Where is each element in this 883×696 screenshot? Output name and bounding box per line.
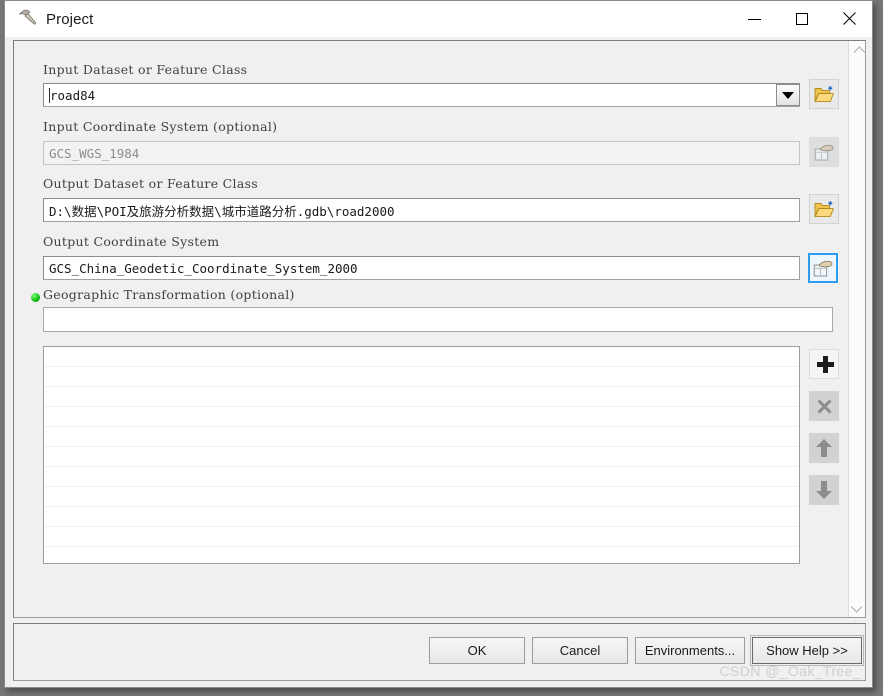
close-button[interactable] — [825, 1, 872, 37]
list-item[interactable] — [44, 507, 799, 527]
vertical-scrollbar[interactable] — [848, 41, 865, 617]
input-coordinate-system-browse-button — [809, 137, 839, 167]
dialog-content-panel: Input Dataset or Feature Class road84 In… — [13, 40, 866, 618]
open-folder-icon — [814, 200, 834, 217]
input-coordinate-system-input: GCS_WGS_1984 — [43, 141, 800, 165]
minimize-button[interactable] — [731, 1, 778, 37]
input-dataset-dropdown-button[interactable] — [776, 84, 800, 106]
spatial-reference-icon — [814, 144, 833, 160]
list-item[interactable] — [44, 427, 799, 447]
list-item[interactable] — [44, 487, 799, 507]
hammer-tool-icon — [16, 8, 38, 30]
list-item[interactable] — [44, 347, 799, 367]
geographic-transformation-combo[interactable] — [43, 307, 833, 332]
input-dataset-browse-button[interactable] — [809, 79, 839, 109]
open-folder-icon — [814, 85, 834, 102]
input-coordinate-system-label: Input Coordinate System (optional) — [43, 119, 278, 134]
maximize-button[interactable] — [778, 1, 825, 37]
output-dataset-input[interactable]: D:\数据\POI及旅游分析数据\城市道路分析.gdb\road2000 — [43, 198, 800, 222]
ok-button[interactable]: OK — [429, 637, 525, 664]
move-down-button — [809, 475, 839, 505]
output-coordinate-system-input[interactable]: GCS_China_Geodetic_Coordinate_System_200… — [43, 256, 800, 280]
environments-button[interactable]: Environments... — [635, 637, 745, 664]
input-dataset-input[interactable]: road84 — [43, 83, 800, 107]
output-coordinate-system-browse-button[interactable] — [808, 253, 838, 283]
move-up-button — [809, 433, 839, 463]
show-help-button[interactable]: Show Help >> — [750, 635, 864, 666]
chevron-up-icon — [853, 45, 865, 58]
output-dataset-browse-button[interactable] — [809, 194, 839, 224]
output-coordinate-system-label: Output Coordinate System — [43, 234, 220, 249]
scroll-up-button[interactable] — [849, 43, 866, 60]
green-dot-icon — [31, 293, 40, 302]
minimize-icon — [748, 18, 761, 20]
watermark: CSDN @_Oak_Tree_ — [719, 663, 861, 679]
form-area: Input Dataset or Feature Class road84 In… — [14, 41, 848, 617]
arrow-up-icon — [816, 439, 832, 457]
plus-icon — [810, 349, 838, 379]
output-dataset-label: Output Dataset or Feature Class — [43, 176, 259, 191]
cancel-button[interactable]: Cancel — [532, 637, 628, 664]
remove-transformation-button — [809, 391, 839, 421]
list-item[interactable] — [44, 447, 799, 467]
window-title: Project — [46, 10, 94, 28]
window-controls — [731, 1, 872, 37]
list-item[interactable] — [44, 467, 799, 487]
chevron-down-icon — [850, 600, 862, 613]
scroll-down-button[interactable] — [849, 598, 866, 615]
list-item[interactable] — [44, 367, 799, 387]
project-dialog-window: Project Input Dataset or Feature Class r… — [4, 0, 873, 688]
list-item[interactable] — [44, 547, 799, 563]
input-dataset-label: Input Dataset or Feature Class — [43, 62, 248, 77]
arrow-down-icon — [816, 481, 832, 499]
spatial-reference-icon — [813, 260, 832, 276]
list-item[interactable] — [44, 387, 799, 407]
close-icon — [842, 12, 856, 26]
list-item[interactable] — [44, 407, 799, 427]
list-item[interactable] — [44, 527, 799, 547]
add-transformation-button[interactable] — [809, 349, 839, 379]
transformation-list[interactable] — [43, 346, 800, 564]
triangle-down-icon — [782, 91, 794, 99]
dialog-button-bar: OK Cancel Environments... Show Help >> C… — [13, 623, 866, 681]
maximize-icon — [795, 13, 808, 25]
geographic-transformation-label: Geographic Transformation (optional) — [43, 287, 295, 302]
cross-icon — [817, 399, 832, 414]
title-bar: Project — [5, 1, 872, 37]
